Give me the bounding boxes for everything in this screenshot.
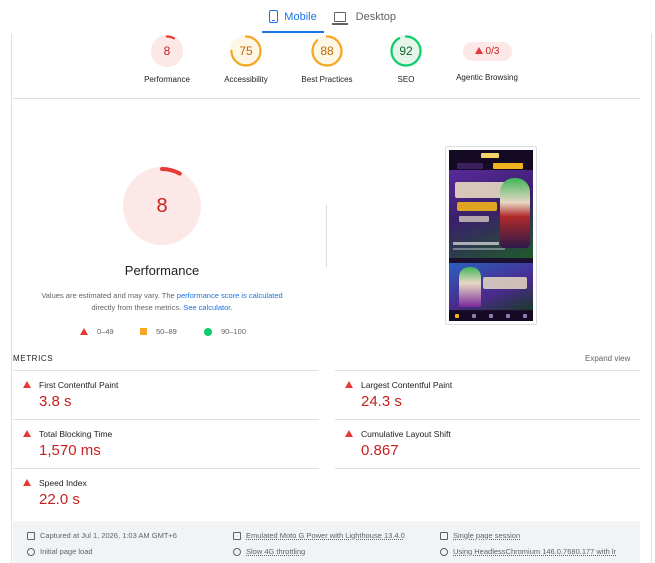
performance-title: Performance <box>124 263 200 278</box>
fail-triangle-icon <box>23 381 31 388</box>
wifi-icon <box>233 547 241 556</box>
agentic-score-pill: 0/3 <box>462 42 512 61</box>
info-session-text: Single page session <box>453 531 521 540</box>
info-browser[interactable]: Using HeadlessChromium 146.0.7680.177 wi… <box>440 547 616 556</box>
performance-score-link[interactable]: performance score is calculated <box>177 291 283 300</box>
tab-mobile-label: Mobile <box>284 10 317 23</box>
metric-value: 22.0 s <box>39 491 80 508</box>
gauge-performance[interactable]: 8 Performance <box>122 34 212 84</box>
metric-value: 0.867 <box>361 442 399 459</box>
chrome-icon <box>440 547 448 556</box>
legend-good: 90–100 <box>204 327 246 336</box>
gauge-seo[interactable]: 92 SEO <box>361 34 451 84</box>
pass-circle-icon <box>204 327 212 336</box>
gauge-label: Agentic Browsing <box>456 73 518 82</box>
see-calculator-link[interactable]: See calculator. <box>183 303 232 312</box>
tab-desktop[interactable]: Desktop <box>332 0 396 33</box>
metric-name: Cumulative Layout Shift <box>361 429 451 439</box>
metric-divider <box>13 370 319 371</box>
note-text-1: Values are estimated and may vary. The <box>41 291 177 300</box>
metric-name: Speed Index <box>39 478 87 488</box>
info-initial-load: Initial page load <box>27 547 93 556</box>
device-icon <box>233 531 241 540</box>
metric-divider <box>335 370 640 371</box>
card-border-right <box>651 34 652 563</box>
gauge-ring: 8 <box>150 34 184 68</box>
fail-triangle-icon <box>345 381 353 388</box>
screenshot-image <box>449 150 533 321</box>
section-divider <box>13 98 640 99</box>
average-square-icon <box>140 328 147 335</box>
info-device-text: Emulated Moto G Power with Lighthouse 13… <box>246 531 405 540</box>
gauge-label: Performance <box>144 75 190 84</box>
big-gauge-score: 8 <box>156 195 168 217</box>
device-tabs: Mobile Desktop <box>0 0 655 34</box>
metric-divider <box>13 419 319 420</box>
final-screenshot-thumbnail[interactable] <box>445 146 537 325</box>
agentic-score: 0/3 <box>485 46 500 57</box>
fail-triangle-icon <box>80 328 88 335</box>
note-text-2: directly from these metrics. <box>91 303 184 312</box>
metric-name: First Contentful Paint <box>39 380 119 390</box>
gauge-score: 8 <box>163 44 171 58</box>
legend-average: 50–89 <box>140 327 177 336</box>
gauge-agentic-browsing[interactable]: 0/3 Agentic Browsing <box>442 34 532 82</box>
info-initial-text: Initial page load <box>40 547 93 556</box>
tab-mobile[interactable]: Mobile <box>262 0 324 33</box>
gauge-ring: 88 <box>310 34 344 68</box>
phone-icon <box>269 10 279 23</box>
gauge-label: Accessibility <box>224 75 268 84</box>
metric-value: 1,570 ms <box>39 442 101 459</box>
card-border-left <box>11 34 12 563</box>
gauge-accessibility[interactable]: 75 Accessibility <box>201 34 291 84</box>
gauge-ring: 92 <box>389 34 423 68</box>
fail-triangle-icon <box>23 430 31 437</box>
legend-poor: 0–49 <box>80 327 114 336</box>
info-session[interactable]: Single page session <box>440 531 520 540</box>
timer-icon <box>27 547 35 556</box>
runtime-settings: Captured at Jul 1, 2026, 1:03 AM GMT+6 I… <box>13 521 640 563</box>
performance-big-gauge: 8 <box>121 165 203 247</box>
legend-good-label: 90–100 <box>221 327 247 336</box>
category-gauges: 8 Performance 75 Accessibility 88 Best P… <box>0 34 655 98</box>
gauge-score: 88 <box>320 44 334 58</box>
info-throttle-text: Slow 4G throttling <box>246 547 306 556</box>
legend-average-label: 50–89 <box>156 327 177 336</box>
expand-view-toggle[interactable]: Expand view <box>585 354 630 363</box>
vertical-separator <box>326 205 327 267</box>
metric-divider <box>335 419 640 420</box>
info-captured-text: Captured at Jul 1, 2026, 1:03 AM GMT+6 <box>40 531 177 540</box>
info-captured: Captured at Jul 1, 2026, 1:03 AM GMT+6 <box>27 531 177 540</box>
metric-value: 24.3 s <box>361 393 402 410</box>
gauge-best-practices[interactable]: 88 Best Practices <box>282 34 372 84</box>
legend-poor-label: 0–49 <box>97 327 114 336</box>
info-device[interactable]: Emulated Moto G Power with Lighthouse 13… <box>233 531 405 540</box>
metric-value: 3.8 s <box>39 393 72 410</box>
performance-note: Values are estimated and may vary. The p… <box>22 290 302 314</box>
gauge-score: 75 <box>239 44 253 58</box>
metric-name: Total Blocking Time <box>39 429 113 439</box>
fail-triangle-icon <box>23 479 31 486</box>
fail-triangle-icon <box>345 430 353 437</box>
metric-name: Largest Contentful Paint <box>361 380 453 390</box>
metric-divider <box>335 468 640 469</box>
gauge-score: 92 <box>399 44 413 58</box>
calendar-icon <box>27 531 35 540</box>
fail-triangle-icon <box>474 47 483 54</box>
tab-desktop-label: Desktop <box>355 10 396 23</box>
info-throttling[interactable]: Slow 4G throttling <box>233 547 305 556</box>
session-icon <box>440 531 448 540</box>
metric-divider <box>13 468 319 469</box>
monitor-icon <box>332 11 348 25</box>
gauge-label: SEO <box>397 75 415 84</box>
metrics-heading: METRICS <box>13 354 54 363</box>
info-browser-text: Using HeadlessChromium 146.0.7680.177 wi… <box>453 547 617 556</box>
gauge-ring: 75 <box>229 34 263 68</box>
gauge-label: Best Practices <box>301 75 353 84</box>
